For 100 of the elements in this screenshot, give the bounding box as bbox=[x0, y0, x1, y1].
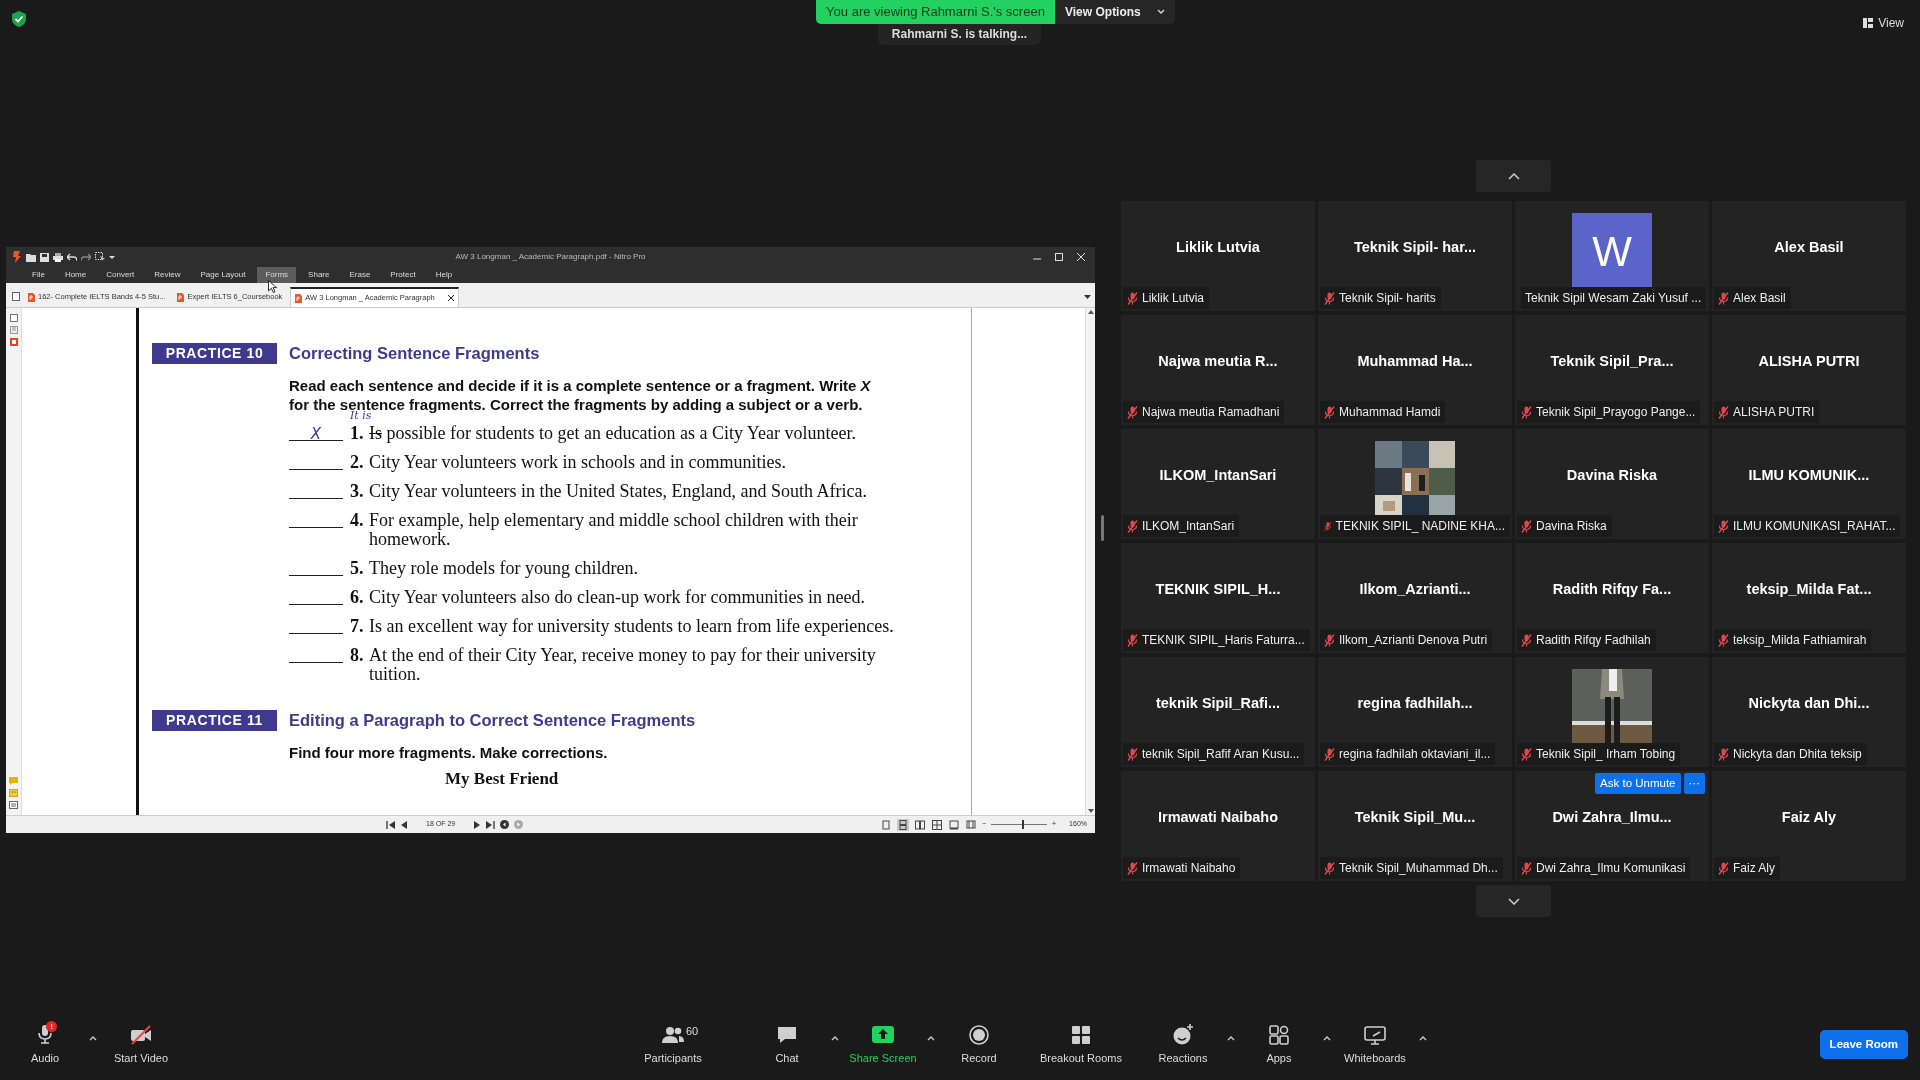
last-page-icon[interactable] bbox=[486, 820, 496, 829]
participant-title: Ilkom_Azrianti... bbox=[1359, 580, 1471, 599]
apps-icon bbox=[1266, 1023, 1291, 1048]
zoom-slider[interactable] bbox=[991, 820, 1047, 829]
pdf-file-icon bbox=[28, 292, 35, 302]
item-number: 5. bbox=[350, 558, 365, 578]
undo-icon[interactable] bbox=[67, 253, 77, 261]
toolbar-button[interactable]: Share Screen bbox=[848, 1023, 918, 1067]
more-button[interactable]: ··· bbox=[1683, 773, 1705, 795]
handwritten-answer: X bbox=[310, 424, 322, 443]
pdf-file-icon bbox=[177, 292, 185, 302]
ribbon-tab[interactable]: Page Layout bbox=[192, 267, 254, 283]
close-icon[interactable] bbox=[447, 295, 454, 301]
participant-name: Teknik Sipil Wesam Zaki Yusuf ... bbox=[1525, 290, 1702, 307]
participant-name: teknik Sipil_Rafif Aran Kusu... bbox=[1142, 746, 1300, 763]
toolbar-button[interactable]: Start Video bbox=[106, 1023, 176, 1067]
sentence-text: Is possible for students to get an education as a City Year volunteer. bbox=[369, 423, 857, 443]
chevron-up-icon bbox=[1507, 172, 1520, 180]
participant-name: Alex Basil bbox=[1733, 290, 1786, 307]
participant-title: Muhammad Ha... bbox=[1357, 352, 1473, 371]
item-number: 2. bbox=[350, 452, 365, 472]
tab-list-icon[interactable] bbox=[1084, 295, 1091, 300]
bookmark-icon[interactable] bbox=[9, 326, 18, 334]
page-icon[interactable] bbox=[12, 292, 20, 301]
participant-name: ALISHA PUTRI bbox=[1733, 404, 1815, 421]
ribbon-tab[interactable]: Home bbox=[56, 267, 95, 283]
toolbar-button[interactable]: Reactions bbox=[1147, 1023, 1218, 1067]
dropdown-icon[interactable] bbox=[109, 254, 115, 260]
sentence-text: City Year volunteers work in schools and in communities. bbox=[369, 452, 787, 472]
pdf-file-icon bbox=[295, 293, 303, 303]
toolbar-button[interactable]: Breakout Rooms bbox=[1040, 1023, 1122, 1067]
page-view-icon[interactable] bbox=[930, 818, 943, 831]
section-heading: Correcting Sentence Fragments bbox=[289, 343, 540, 364]
toolbar-button[interactable]: Whiteboards bbox=[1339, 1023, 1410, 1067]
item-number: 3. bbox=[350, 481, 365, 501]
maximize-icon[interactable] bbox=[1055, 253, 1063, 261]
layers-icon[interactable] bbox=[9, 801, 18, 809]
participant-title: Faiz Aly bbox=[1781, 808, 1837, 827]
toolbar-button[interactable]: Participants 60 bbox=[638, 1023, 708, 1067]
pdf-file-icon[interactable] bbox=[9, 338, 18, 346]
participant-name: teksip_Milda Fathiamirah bbox=[1733, 632, 1867, 649]
chevron-down-icon bbox=[1507, 897, 1520, 905]
participant-title: Davina Riska bbox=[1566, 466, 1658, 485]
item-number: 1. bbox=[350, 423, 365, 443]
page-view-icon[interactable] bbox=[913, 818, 926, 831]
ribbon-tab[interactable]: Forms bbox=[257, 267, 297, 283]
app-logo-icon bbox=[12, 251, 22, 263]
participant-name: TEKNIK SIPIL_ NADINE KHA... bbox=[1335, 518, 1505, 535]
save-icon[interactable] bbox=[40, 252, 49, 262]
scrollbar[interactable] bbox=[1085, 308, 1095, 815]
ribbon-tab[interactable]: Convert bbox=[98, 267, 143, 283]
first-page-icon[interactable] bbox=[386, 820, 395, 829]
shield-icon[interactable] bbox=[12, 11, 26, 27]
toolbar-button[interactable]: Audio ! bbox=[10, 1023, 80, 1067]
page-view-icon[interactable] bbox=[896, 818, 909, 831]
item-number: 8. bbox=[350, 645, 365, 667]
participant-title: ILKOM_IntanSari bbox=[1159, 466, 1277, 485]
page-view-icon[interactable] bbox=[964, 818, 977, 831]
page-view-icon[interactable] bbox=[947, 818, 960, 831]
next-page-icon[interactable] bbox=[474, 820, 482, 829]
participant-name: Irmawati Naibaho bbox=[1142, 860, 1236, 877]
toolbar-button[interactable]: Chat bbox=[752, 1023, 822, 1067]
scroll-down-icon[interactable] bbox=[1087, 809, 1094, 813]
ribbon-tab[interactable]: Review bbox=[146, 267, 189, 283]
participant-name: Nickyta dan Dhita teksip bbox=[1733, 746, 1862, 763]
participant-name: TEKNIK SIPIL_Haris Faturra... bbox=[1142, 632, 1305, 649]
ribbon-tab[interactable]: Protect bbox=[382, 267, 424, 283]
ribbon-tab[interactable]: Erase bbox=[341, 267, 379, 283]
redo-icon[interactable] bbox=[81, 253, 91, 261]
scroll-up-icon[interactable] bbox=[1087, 310, 1094, 314]
caret-up-icon bbox=[1418, 1036, 1427, 1042]
participant-title: Teknik Sipil_Mu... bbox=[1354, 808, 1476, 827]
caret-up-icon bbox=[1226, 1036, 1235, 1042]
ribbon-tab[interactable]: Share bbox=[300, 267, 338, 283]
participant-title: Nickyta dan Dhi... bbox=[1748, 694, 1870, 713]
ask-to-unmute-button[interactable]: Ask to Unmute bbox=[1595, 773, 1681, 795]
select-icon[interactable] bbox=[95, 252, 105, 262]
ribbon-tab[interactable]: File bbox=[24, 267, 53, 283]
item-number: 6. bbox=[350, 587, 365, 607]
view-options-button[interactable]: View Options bbox=[1055, 0, 1175, 24]
ribbon-tab[interactable]: Help bbox=[427, 267, 461, 283]
toolbar-button[interactable]: Record bbox=[944, 1023, 1014, 1067]
previous-page-icon[interactable] bbox=[400, 820, 407, 829]
caret-up-icon bbox=[89, 1036, 97, 1042]
back-icon[interactable] bbox=[500, 820, 510, 829]
leave-button[interactable]: Leave Room bbox=[1819, 1030, 1908, 1060]
view-button[interactable]: View bbox=[1859, 12, 1908, 34]
toolbar-button[interactable]: Apps bbox=[1243, 1023, 1314, 1067]
participant-title: Liklik Lutvia bbox=[1176, 238, 1260, 257]
resize-handle[interactable] bbox=[1100, 514, 1104, 541]
participant-name: Radith Rifqy Fadhilah bbox=[1536, 632, 1651, 649]
print-icon[interactable] bbox=[53, 252, 63, 262]
alert-badge: ! bbox=[46, 1021, 57, 1033]
banner-text: You are viewing Rahmarni S.'s screen bbox=[826, 3, 1045, 22]
folder-icon[interactable] bbox=[26, 252, 36, 262]
participant-name: Teknik Sipil_Muhammad Dh... bbox=[1339, 860, 1498, 877]
participant-name: Ilkom_Azrianti Denova Putri bbox=[1339, 632, 1488, 649]
pages-icon[interactable] bbox=[9, 314, 18, 322]
participant-title: regina fadhilah... bbox=[1357, 694, 1473, 713]
caret-up-icon bbox=[831, 1036, 839, 1042]
